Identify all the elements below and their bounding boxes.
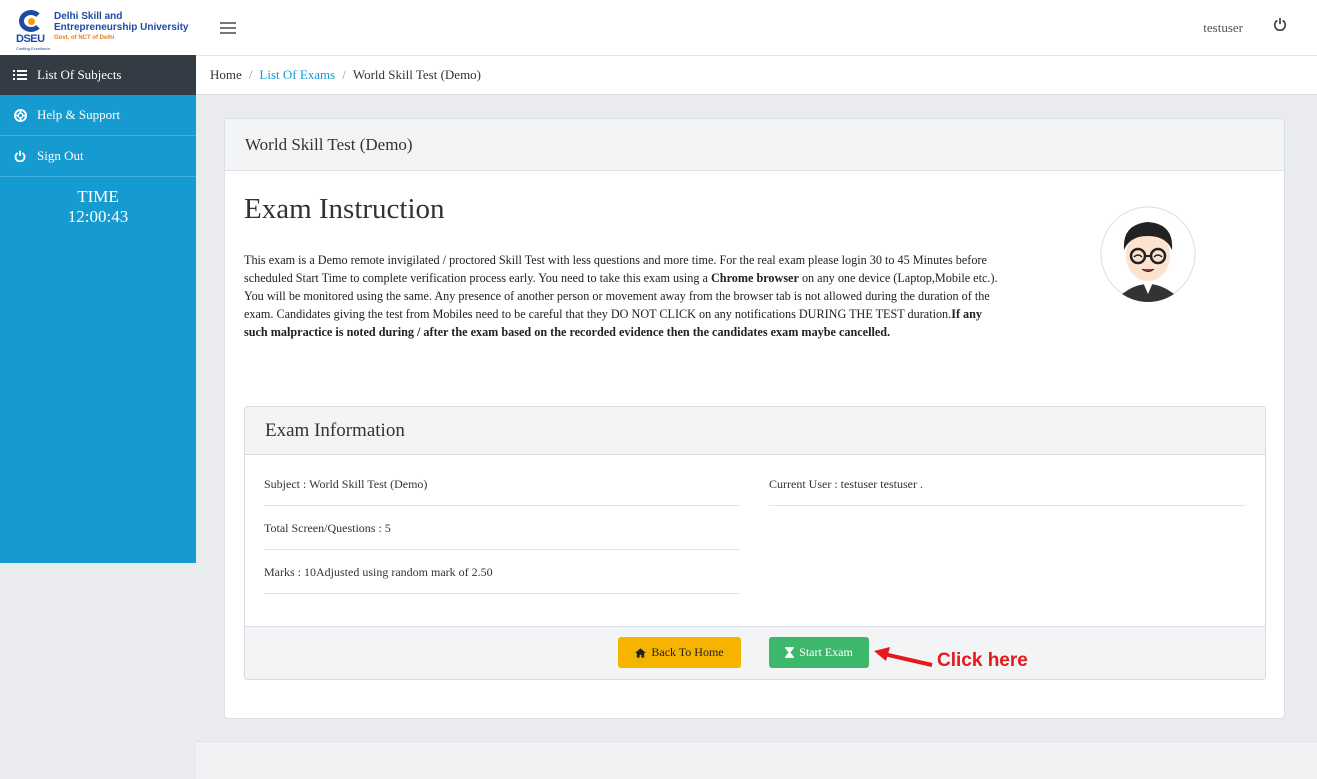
university-logo[interactable]: DSEU Crafting Excellence Delhi Skill and… <box>0 0 196 55</box>
info-subject: Subject : World Skill Test (Demo) <box>264 463 740 506</box>
sidebar-item-list-of-subjects[interactable]: List Of Subjects <box>0 55 196 95</box>
info-total-questions: Total Screen/Questions : 5 <box>264 507 740 550</box>
sidebar-item-label: Sign Out <box>37 148 84 163</box>
student-avatar-icon <box>1100 206 1196 302</box>
breadcrumb: Home / List Of Exams / World Skill Test … <box>196 55 1317 95</box>
instruction-text: This exam is a Demo remote invigilated /… <box>244 253 998 339</box>
menu-toggle-icon[interactable] <box>220 22 236 34</box>
breadcrumb-home[interactable]: Home <box>210 67 242 83</box>
timer-value: 12:00:43 <box>67 207 129 226</box>
sidebar-item-label: Help & Support <box>37 107 121 122</box>
start-exam-button[interactable]: Start Exam <box>769 637 869 668</box>
sidebar: List Of Subjects Help & Support Sign Out… <box>0 55 196 563</box>
exam-information-heading: Exam Information <box>245 407 1265 455</box>
breadcrumb-list-of-exams[interactable]: List Of Exams <box>259 67 335 83</box>
breadcrumb-current: World Skill Test (Demo) <box>352 67 482 82</box>
dseu-logo-icon: DSEU Crafting Excellence <box>16 8 50 51</box>
university-name: Delhi Skill and Entrepreneurship Univers… <box>54 11 189 41</box>
logout-power-icon[interactable] <box>1273 17 1287 31</box>
exam-timer: TIME 12:00:43 <box>0 177 196 227</box>
power-icon <box>13 149 27 163</box>
breadcrumb-separator: / <box>342 67 346 82</box>
instruction-heading: Exam Instruction <box>244 193 445 225</box>
info-current-user: Current User : testuser testuser . <box>769 463 1245 506</box>
back-to-home-button[interactable]: Back To Home <box>618 637 741 668</box>
breadcrumb-separator: / <box>248 67 253 82</box>
exam-information-panel: Exam Information Subject : World Skill T… <box>244 406 1266 680</box>
sidebar-item-label: List Of Subjects <box>37 67 122 82</box>
page-footer <box>196 741 1317 779</box>
info-marks: Marks : 10Adjusted using random mark of … <box>264 551 740 594</box>
annotation-click-here: Click here <box>937 650 1028 671</box>
card-title: World Skill Test (Demo) <box>225 119 1284 171</box>
top-navbar: DSEU Crafting Excellence Delhi Skill and… <box>0 0 1317 55</box>
home-icon <box>635 647 647 658</box>
exam-card: World Skill Test (Demo) Exam Instruction… <box>224 118 1285 719</box>
sidebar-item-sign-out[interactable]: Sign Out <box>0 136 196 177</box>
panel-footer: Back To Home Start Exam <box>245 626 1265 679</box>
sidebar-item-help-support[interactable]: Help & Support <box>0 95 196 136</box>
username-label: testuser <box>1203 20 1243 35</box>
hourglass-icon <box>785 647 795 658</box>
lifebuoy-icon <box>13 108 27 122</box>
list-icon <box>13 68 27 82</box>
timer-label: TIME <box>77 187 119 206</box>
